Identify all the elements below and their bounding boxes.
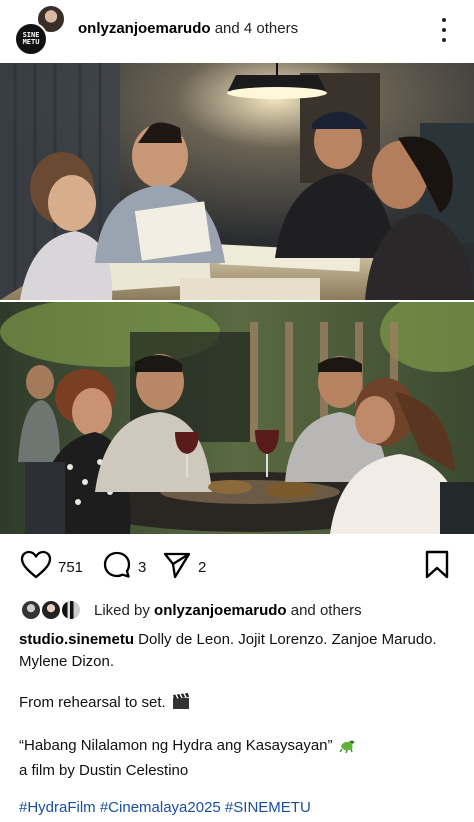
set-dinner-photo[interactable] (0, 302, 474, 534)
clapper-board-emoji (172, 692, 190, 717)
caption-film-title: “Habang Nilalamon ng Hydra ang Kasaysaya… (19, 737, 333, 754)
heart-icon[interactable] (20, 550, 52, 585)
collab-avatars[interactable]: SINE METU (14, 4, 66, 56)
save-button[interactable] (424, 550, 450, 585)
caption-hashtags[interactable]: #HydraFilm #Cinemalaya2025 #SINEMETU (19, 799, 311, 816)
caption-author[interactable]: studio.sinemetu (19, 631, 134, 648)
collab-count[interactable]: and 4 others (211, 20, 298, 37)
caption-hashtags-row: #HydraFilm #Cinemalaya2025 #SINEMETU (19, 797, 459, 819)
liked-by-row[interactable]: Liked by onlyzanjoemarudo and others (20, 598, 362, 622)
dragon-emoji (339, 737, 357, 760)
share-button[interactable]: 2 (162, 550, 206, 585)
post-actions: 751 3 2 (0, 546, 474, 586)
more-options-icon[interactable] (432, 16, 456, 44)
send-icon[interactable] (162, 550, 192, 585)
caption-director: a film by Dustin Celestino (19, 762, 189, 779)
caption-text: studio.sinemetu Dolly de Leon. Jojit Lor… (19, 629, 459, 673)
like-count[interactable]: 751 (58, 559, 83, 576)
share-count[interactable]: 2 (198, 559, 206, 576)
author-username[interactable]: onlyzanjoemarudo (78, 20, 211, 37)
liker-avatar (40, 599, 62, 621)
caption-line2-row: From rehearsal to set. (19, 692, 459, 717)
like-button[interactable]: 751 (20, 550, 83, 585)
sinemetu-logo: SINE METU (22, 31, 40, 46)
comment-count[interactable]: 3 (138, 559, 146, 576)
post-header: SINE METU onlyzanjoemarudo and 4 others (0, 0, 474, 62)
comment-button[interactable]: 3 (102, 550, 146, 585)
liker-avatar (60, 599, 82, 621)
bookmark-icon[interactable] (424, 550, 450, 584)
comment-icon[interactable] (102, 550, 132, 585)
caption-film-title-block: “Habang Nilalamon ng Hydra ang Kasaysaya… (19, 735, 459, 782)
caption-line2: From rehearsal to set. (19, 694, 166, 711)
post-author-line[interactable]: onlyzanjoemarudo and 4 others (78, 20, 298, 37)
liker-avatar (20, 599, 42, 621)
liked-by-text[interactable]: Liked by onlyzanjoemarudo and others (94, 602, 362, 619)
liked-by-user[interactable]: onlyzanjoemarudo (154, 602, 287, 619)
rehearsal-photo[interactable] (0, 63, 474, 300)
avatar-sinemetu[interactable]: SINE METU (14, 22, 48, 56)
liked-by-avatars[interactable] (20, 599, 84, 621)
